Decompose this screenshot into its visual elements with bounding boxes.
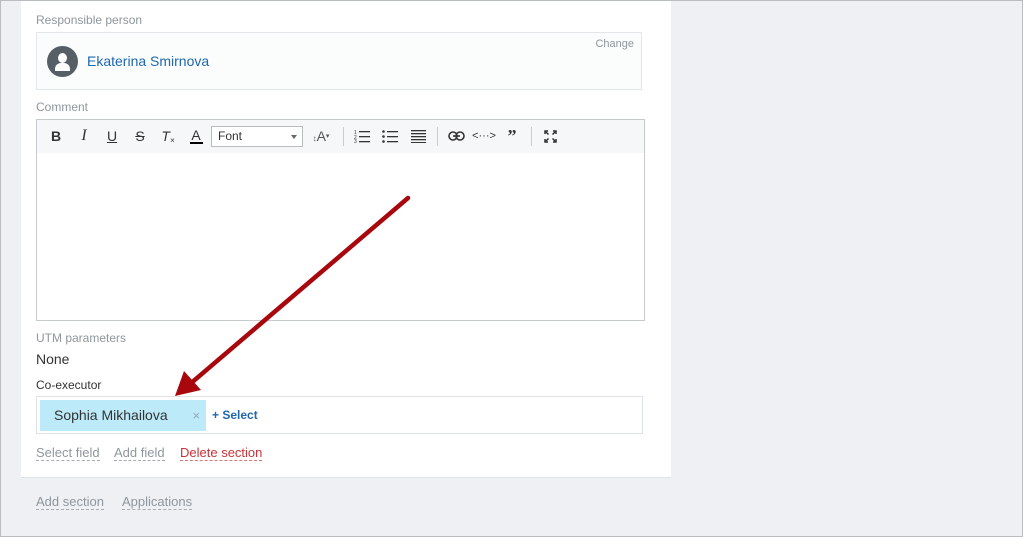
coexecutor-tag[interactable]: Sophia Mikhailova ×	[40, 400, 206, 431]
avatar[interactable]	[47, 46, 78, 77]
responsible-box: Ekaterina Smirnova Change	[36, 32, 642, 90]
chevron-down-icon	[291, 135, 297, 139]
delete-section-link[interactable]: Delete section	[180, 445, 263, 461]
entity-card: Responsible person Ekaterina Smirnova Ch…	[21, 1, 671, 478]
coexecutor-field[interactable]: Sophia Mikhailova × + Select	[36, 396, 643, 434]
link-icon[interactable]	[447, 127, 465, 145]
underline-icon[interactable]: U	[103, 127, 121, 145]
strikethrough-icon[interactable]: S	[131, 127, 149, 145]
avatar-body-icon	[55, 63, 70, 71]
editor-toolbar: B I U S T × A Font ↕ A ▾ 123 <···> ”	[37, 120, 644, 153]
clear-format-icon[interactable]: T ×	[159, 127, 177, 145]
toolbar-divider	[531, 127, 532, 146]
unordered-list-icon[interactable]	[381, 127, 399, 145]
comment-editor: B I U S T × A Font ↕ A ▾ 123 <···> ”	[36, 119, 645, 321]
applications-link[interactable]: Applications	[122, 494, 193, 510]
font-select-value: Font	[218, 129, 243, 143]
responsible-label: Responsible person	[36, 13, 143, 27]
bold-icon[interactable]: B	[47, 127, 65, 145]
remove-tag-icon[interactable]: ×	[192, 400, 200, 431]
italic-icon[interactable]: I	[75, 127, 93, 145]
code-icon[interactable]: <···>	[472, 127, 496, 145]
responsible-name-link[interactable]: Ekaterina Smirnova	[87, 53, 209, 69]
quote-icon[interactable]: ”	[503, 126, 521, 146]
ordered-list-icon[interactable]: 123	[353, 127, 371, 145]
utm-value: None	[36, 351, 70, 367]
text-color-icon[interactable]: A	[187, 127, 205, 145]
comment-text-area[interactable]	[37, 153, 644, 320]
coexecutor-tag-label: Sophia Mikhailova	[54, 407, 168, 423]
select-label: Select	[222, 408, 258, 422]
align-icon[interactable]	[409, 127, 427, 145]
add-section-link[interactable]: Add section	[36, 494, 104, 510]
font-size-icon[interactable]: ↕ A ▾	[309, 127, 333, 145]
add-field-link[interactable]: Add field	[114, 445, 165, 461]
coexecutor-label: Co-executor	[36, 378, 102, 392]
select-field-link[interactable]: Select field	[36, 445, 100, 461]
svg-text:3: 3	[354, 139, 357, 143]
avatar-head-icon	[58, 53, 67, 63]
font-select[interactable]: Font	[211, 126, 303, 147]
select-coexecutor-button[interactable]: + Select	[212, 408, 258, 422]
utm-label: UTM parameters	[36, 331, 127, 345]
plus-icon: +	[212, 408, 223, 422]
comment-label: Comment	[36, 100, 89, 114]
fullscreen-icon[interactable]	[541, 127, 559, 145]
toolbar-divider	[437, 127, 438, 146]
change-responsible-link[interactable]: Change	[595, 38, 634, 50]
toolbar-divider	[343, 127, 344, 146]
